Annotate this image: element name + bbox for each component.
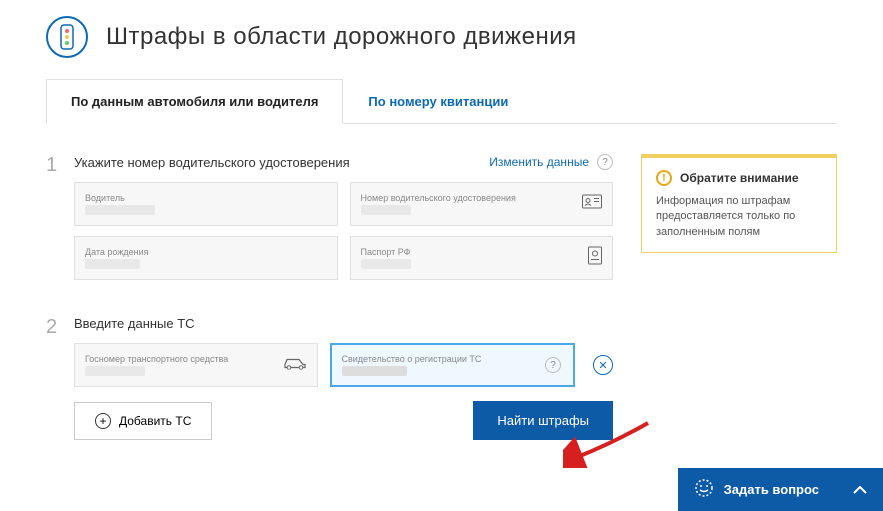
dob-label: Дата рождения	[85, 247, 327, 257]
close-icon: ✕	[598, 359, 607, 372]
add-vehicle-label: Добавить ТС	[119, 414, 191, 428]
certificate-label: Свидетельство о регистрации ТС	[342, 354, 564, 364]
clear-button[interactable]: ✕	[593, 355, 613, 375]
add-vehicle-button[interactable]: + Добавить ТС	[74, 402, 212, 440]
notice-title: Обратите внимание	[680, 171, 799, 185]
ask-label: Задать вопрос	[724, 482, 819, 497]
tab-receipt-number[interactable]: По номеру квитанции	[343, 79, 533, 124]
chat-icon	[694, 478, 714, 501]
help-icon[interactable]: ?	[597, 154, 613, 170]
notice-text: Информация по штрафам предоставляется то…	[656, 194, 822, 240]
search-fines-button[interactable]: Найти штрафы	[473, 401, 613, 440]
passport-label: Паспорт РФ	[361, 247, 603, 257]
driver-label: Водитель	[85, 193, 327, 203]
plate-label: Госномер транспортного средства	[85, 354, 307, 364]
chevron-up-icon	[853, 482, 867, 497]
page-title: Штрафы в области дорожного движения	[106, 23, 577, 51]
id-card-icon	[582, 195, 602, 214]
plus-icon: +	[95, 413, 111, 429]
help-icon[interactable]: ?	[545, 357, 561, 373]
tab-vehicle-data[interactable]: По данным автомобиля или водителя	[46, 79, 343, 124]
step-number-2: 2	[46, 316, 74, 440]
step-number-1: 1	[46, 154, 74, 290]
tabs: По данным автомобиля или водителя По ном…	[46, 78, 837, 124]
traffic-light-icon	[46, 16, 88, 58]
ask-question-widget[interactable]: Задать вопрос	[678, 468, 883, 511]
change-data-link[interactable]: Изменить данные	[489, 155, 589, 169]
notice-box: ! Обратите внимание Информация по штрафа…	[641, 154, 837, 253]
license-value	[361, 205, 411, 215]
passport-field[interactable]: Паспорт РФ	[350, 236, 614, 280]
warning-icon: !	[656, 170, 672, 186]
dob-value	[85, 259, 140, 269]
dob-field[interactable]: Дата рождения	[74, 236, 338, 280]
driver-value	[85, 205, 155, 215]
step2-title: Введите данные ТС	[74, 316, 195, 331]
certificate-field[interactable]: Свидетельство о регистрации ТС ?	[330, 343, 576, 387]
license-field[interactable]: Номер водительского удостоверения	[350, 182, 614, 226]
passport-icon	[588, 247, 602, 270]
step1-title: Укажите номер водительского удостоверени…	[74, 155, 350, 170]
plate-value	[85, 366, 145, 376]
car-icon	[283, 356, 307, 375]
plate-field[interactable]: Госномер транспортного средства	[74, 343, 318, 387]
driver-field[interactable]: Водитель	[74, 182, 338, 226]
certificate-value	[342, 366, 407, 376]
passport-value	[361, 259, 411, 269]
license-label: Номер водительского удостоверения	[361, 193, 603, 203]
